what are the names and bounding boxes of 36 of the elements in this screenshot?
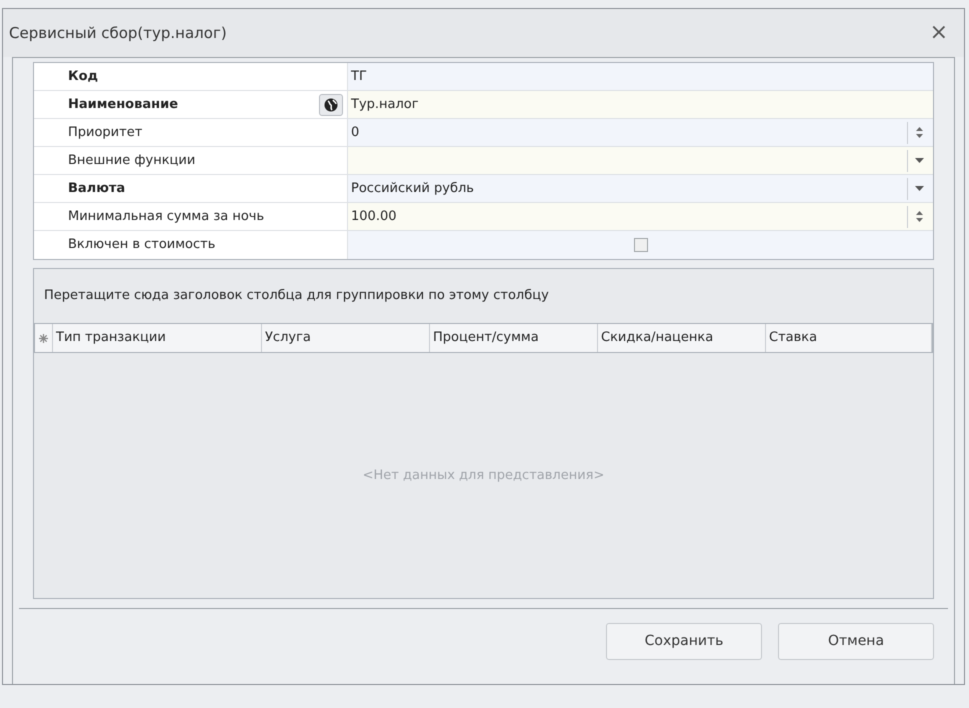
caret-icon: [915, 186, 924, 191]
input-field[interactable]: Тур.налог: [348, 91, 933, 118]
column-header[interactable]: Ставка: [766, 324, 932, 352]
property-label: Код: [68, 68, 98, 86]
property-label: Валюта: [68, 180, 126, 198]
close-button[interactable]: ×: [920, 22, 958, 44]
up-arrow-icon: [916, 211, 923, 215]
property-label: Наименование: [68, 96, 178, 114]
caret-icon: [915, 158, 924, 163]
field-value: 0: [351, 124, 360, 142]
asterisk-icon: [39, 334, 48, 342]
field-value: 100.00: [351, 208, 396, 226]
property-label: Внешние функции: [68, 152, 196, 170]
globe-icon: [324, 98, 338, 112]
column-header[interactable]: Тип транзакции: [53, 324, 262, 352]
dropdown-field[interactable]: Российский рубль: [348, 175, 933, 202]
globe-button[interactable]: [319, 94, 343, 116]
up-arrow-icon: [916, 127, 923, 131]
property-label: Включен в стоимость: [68, 236, 216, 254]
number-field[interactable]: 100.00: [348, 203, 933, 230]
column-header[interactable]: Скидка/наценка: [598, 324, 766, 352]
property-label: Минимальная сумма за ночь: [68, 208, 264, 226]
window-title: Сервисный сбор(тур.налог): [9, 22, 227, 44]
dialog-button[interactable]: Отмена: [778, 623, 934, 660]
number-field[interactable]: 0: [348, 119, 933, 146]
column-header[interactable]: Процент/сумма: [430, 324, 598, 352]
checkbox[interactable]: [634, 238, 648, 252]
column-header[interactable]: Услуга: [262, 324, 430, 352]
input-field[interactable]: ТГ: [348, 63, 933, 90]
group-hint: Перетащите сюда заголовок столбца для группировки по этому столбцу: [44, 287, 549, 306]
dialog-button[interactable]: Сохранить: [606, 623, 762, 660]
down-arrow-icon: [916, 218, 923, 222]
property-label: Приоритет: [68, 124, 142, 142]
field-value: Российский рубль: [351, 180, 474, 198]
empty-message: <Нет данных для представления>: [362, 466, 604, 485]
down-arrow-icon: [916, 134, 923, 138]
